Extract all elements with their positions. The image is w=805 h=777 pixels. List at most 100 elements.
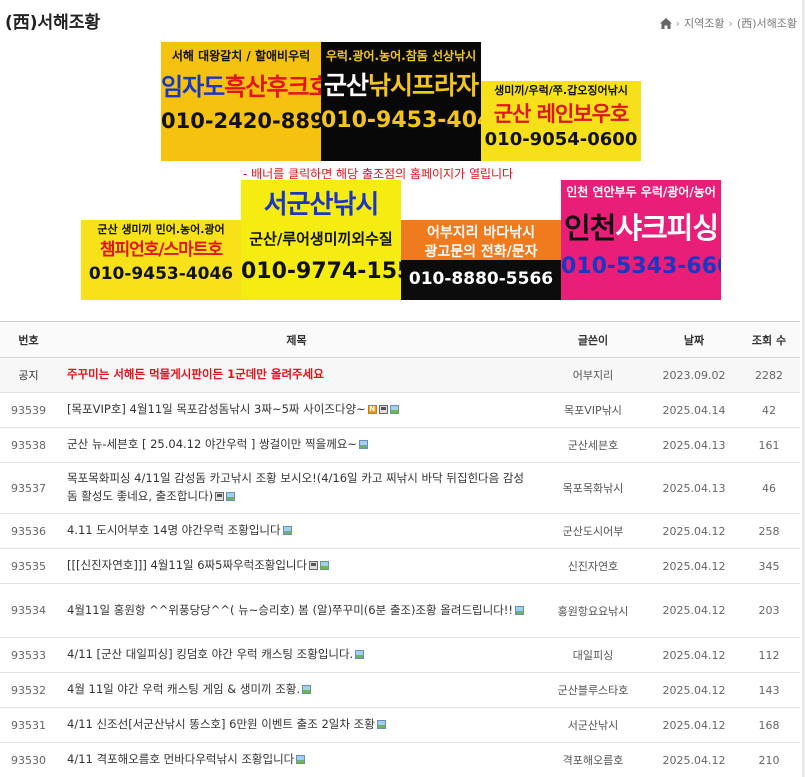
attachment-icon [215,492,225,501]
image-icon [302,685,312,695]
post-writer[interactable]: 군산블루스타호 [536,672,650,708]
post-subject-link[interactable]: 4.11 도시어부호 14명 야간우럭 조황입니다 [67,523,281,537]
banner-phone: 010-8880-5566 [408,269,554,290]
post-writer[interactable]: 목포VIP낚시 [536,392,650,428]
header-date[interactable]: 날짜 [650,321,738,358]
header-subject: 제목 [57,321,536,358]
header-writer[interactable]: 글쓴이 [536,321,650,358]
post-subject-link[interactable]: [[[신진자연호]]] 4월11일 6짜5짜우럭조황입니다 [67,558,307,572]
post-subject: 군산 뉴-세븐호 [ 25.04.12 야간우럭 ] 쌍걸이만 찍을께요~ [57,427,536,463]
image-icon [282,526,292,536]
post-writer[interactable]: 군산도시어부 [536,513,650,549]
page-title: (西)서해조황 [5,13,101,33]
post-date: 2023.09.02 [650,357,738,393]
banner-gunsan-fishing-plaza[interactable]: 우럭.광어.농어.참돔 선상낚시 군산낚시프라자 010-9453-4046 [321,42,481,161]
table-row[interactable]: 93538 군산 뉴-세븐호 [ 25.04.12 야간우럭 ] 쌍걸이만 찍을께… [0,427,800,463]
post-writer[interactable]: 서군산낚시 [536,707,650,743]
post-number: 93531 [0,707,57,743]
post-hits: 161 [738,427,800,463]
banner-name: 서군산낚시 [263,190,380,220]
breadcrumb-region[interactable]: 지역조황 [684,15,724,31]
post-hits: 168 [738,707,800,743]
banner-subtitle: 어부지리 바다낚시 [427,225,535,241]
post-hits: 210 [738,742,800,777]
post-subject-link[interactable]: 4/11 [군산 대일피싱] 킹덤호 야간 우럭 캐스팅 조황입니다. [67,647,353,661]
table-row[interactable]: 93537 목포목화피싱 4/11일 감성돔 카고낚시 조황 보시오!(4/16일… [0,462,800,514]
banner-name: 군산 레인보우호 [493,101,630,126]
post-subject-link[interactable]: 군산 뉴-세븐호 [ 25.04.12 야간우럭 ] 쌍걸이만 찍을께요~ [67,437,357,451]
post-writer[interactable]: 군산세븐호 [536,427,650,463]
banner-champion[interactable]: 군산 생미끼 민어.농어.광어 챔피언호/스마트호 010-9453-4046 [81,220,241,300]
post-subject: [목포VIP호] 4월11일 목포감성돔낚시 3짜~5짜 사이즈다양~ N [57,392,536,428]
notice-row[interactable]: 공지 주꾸미는 서해든 먹물게시판이든 1군데만 올려주세요 어부지리 2023… [0,357,800,393]
post-number: 93539 [0,392,57,428]
post-subject: 목포목화피싱 4/11일 감성돔 카고낚시 조황 보시오!(4/16일 카고 찌… [57,462,536,514]
breadcrumb-current[interactable]: (西)서해조황 [737,15,797,31]
post-subject-link[interactable]: 4월11일 홍원항 ^^위풍당당^^( 뉴~승리호) 봄 (알)쭈꾸미(6분 출… [67,603,513,617]
breadcrumb-separator: › [675,16,681,30]
post-date: 2025.04.12 [650,583,738,638]
banner-phone: 010-5343-6604 [561,254,721,280]
banner-phone: 010-9453-4046 [321,107,481,133]
image-icon [296,755,306,765]
image-icon [389,405,399,415]
post-number: 93537 [0,462,57,514]
post-number: 93536 [0,513,57,549]
table-row[interactable]: 93532 4월 11일 야간 우럭 캐스팅 게임 & 생미끼 조황. 군산블루스타… [0,672,800,708]
image-icon [355,650,365,660]
banner-name: 챔피언호/스마트호 [99,239,223,260]
image-icon [320,561,330,571]
header-hits[interactable]: 조회 수 [738,321,800,358]
post-subject: [[[신진자연호]]] 4월11일 6짜5짜우럭조황입니다 [57,548,536,584]
image-icon [515,605,524,615]
banner-seogunsan[interactable]: 서군산낚시 군산/루어생미끼외수질 010-9774-1551 [241,180,401,300]
post-writer[interactable]: 신진자연호 [536,548,650,584]
banner-phone: 010-9453-4046 [88,264,234,285]
table-row[interactable]: 93536 4.11 도시어부호 14명 야간우럭 조황입니다 군산도시어부 2025… [0,513,800,549]
post-date: 2025.04.13 [650,427,738,463]
post-writer[interactable]: 홍원항요요낚시 [536,583,650,638]
banner-ad-inquiry[interactable]: 어부지리 바다낚시 광고문의 전화/문자 010-8880-5566 [401,220,561,300]
post-hits: 258 [738,513,800,549]
post-writer[interactable]: 어부지리 [536,357,650,393]
post-subject-link[interactable]: 4/11 신조선[서군산낚시 똥스호] 6만원 이벤트 출조 2일차 조황 [67,717,375,731]
table-row[interactable]: 93530 4/11 격포해오름호 먼바다우럭낚시 조황입니다 격포해오름호 2025… [0,742,800,777]
attachment-icon [378,405,388,415]
banner-name: 광고문의 전화/문자 [424,243,538,260]
post-hits: 203 [738,583,800,638]
table-row[interactable]: 93535 [[[신진자연호]]] 4월11일 6짜5짜우럭조황입니다 신진자연호 2… [0,548,800,584]
post-subject-link[interactable]: 4월 11일 야간 우럭 캐스팅 게임 & 생미끼 조황. [67,682,300,696]
banner-heuksan-hook[interactable]: 서해 대왕갈치 / 할애비우럭 임자도흑산후크호 010-2420-8898 [161,42,321,161]
post-subject-link[interactable]: 주꾸미는 서해든 먹물게시판이든 1군데만 올려주세요 [57,357,536,393]
post-subject-link[interactable]: 4/11 격포해오름호 먼바다우럭낚시 조황입니다 [67,752,294,766]
image-icon [376,720,386,730]
banner-name: 군산낚시프라자 [323,70,479,100]
banner-subtitle: 인천 연안부두 우럭/광어/농어 [566,185,716,199]
post-writer[interactable]: 대일피싱 [536,637,650,673]
post-writer[interactable]: 목포목화낚시 [536,462,650,514]
post-hits: 42 [738,392,800,428]
image-icon [226,492,236,501]
new-icon: N [367,405,377,415]
post-subject-link[interactable]: 목포목화피싱 4/11일 감성돔 카고낚시 조황 보시오!(4/16일 카고 찌… [67,471,524,503]
post-subject: 4/11 격포해오름호 먼바다우럭낚시 조황입니다 [57,742,536,777]
post-date: 2025.04.14 [650,392,738,428]
table-row[interactable]: 93539 [목포VIP호] 4월11일 목포감성돔낚시 3짜~5짜 사이즈다양~… [0,392,800,428]
attachment-icon [309,561,319,571]
table-row[interactable]: 93533 4/11 [군산 대일피싱] 킹덤호 야간 우럭 캐스팅 조황입니다.… [0,637,800,673]
post-number: 93535 [0,548,57,584]
post-hits: 112 [738,637,800,673]
post-hits: 143 [738,672,800,708]
post-writer[interactable]: 격포해오름호 [536,742,650,777]
breadcrumb: › 지역조황 › (西)서해조황 [659,15,797,31]
banner-shark-fishing[interactable]: 인천 연안부두 우럭/광어/농어 인천샤크피싱 010-5343-6604 [561,180,721,300]
table-row[interactable]: 93534 4월11일 홍원항 ^^위풍당당^^( 뉴~승리호) 봄 (알)쭈꾸미… [0,583,800,638]
post-subject-link[interactable]: [목포VIP호] 4월11일 목포감성돔낚시 3짜~5짜 사이즈다양~ [67,402,366,416]
banner-phone: 010-9054-0600 [484,128,638,150]
image-icon [359,440,368,450]
post-number: 93532 [0,672,57,708]
home-icon[interactable] [659,17,672,29]
banner-rainbow[interactable]: 생미끼/우럭/쭈.갑오징어낚시 군산 레인보우호 010-9054-0600 [481,81,641,161]
post-subject: 4월 11일 야간 우럭 캐스팅 게임 & 생미끼 조황. [57,672,536,708]
table-row[interactable]: 93531 4/11 신조선[서군산낚시 똥스호] 6만원 이벤트 출조 2일차 … [0,707,800,743]
